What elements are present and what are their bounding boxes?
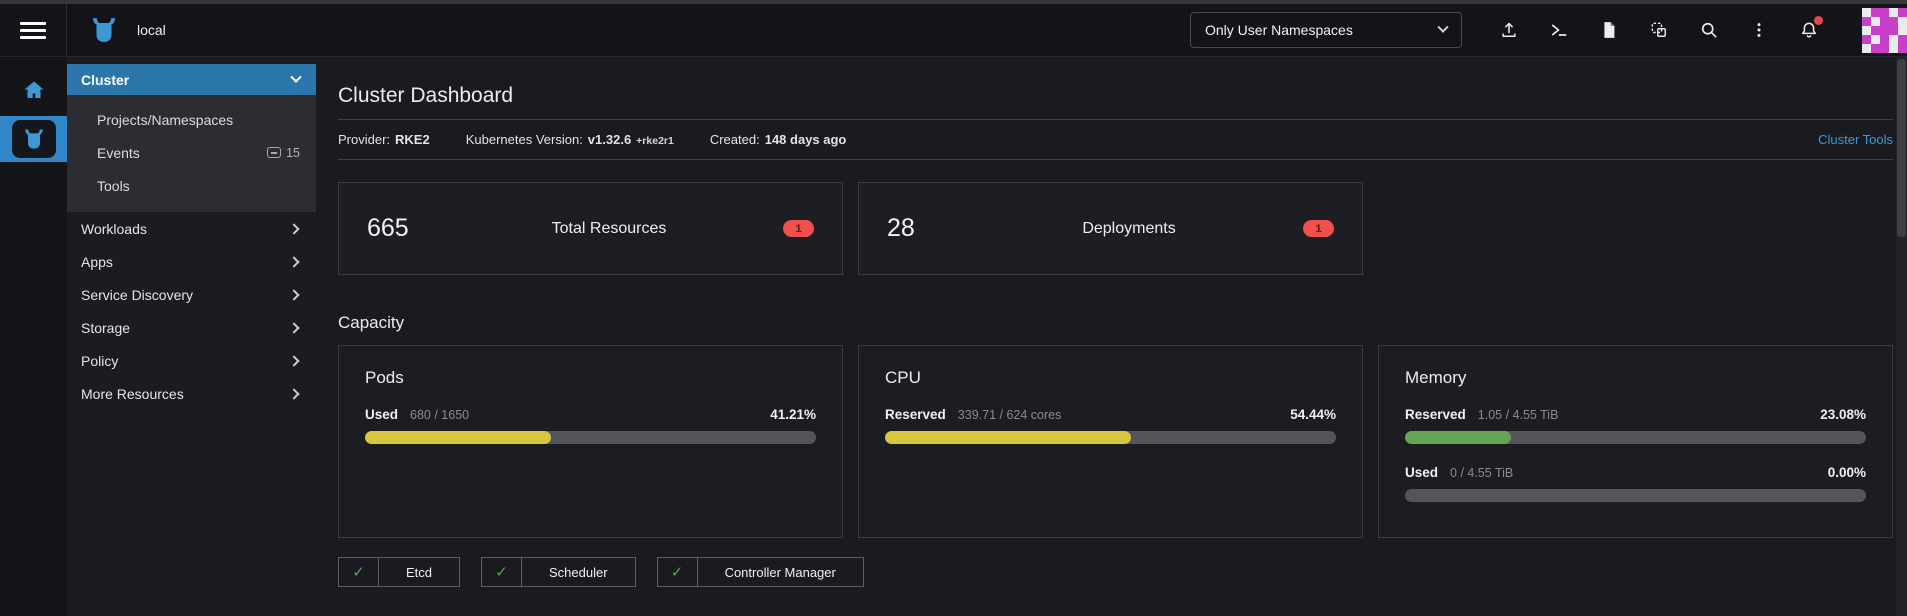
- chevron-right-icon: [288, 387, 300, 400]
- progress-bar-fill: [1405, 431, 1512, 444]
- progress-bar-track: [365, 431, 816, 444]
- sidebar-item-cluster[interactable]: Cluster: [67, 64, 316, 95]
- kebab-menu-icon[interactable]: [1748, 19, 1770, 41]
- sidebar-item-more-resources[interactable]: More Resources: [67, 377, 316, 410]
- sidebar-item-service-discovery[interactable]: Service Discovery: [67, 278, 316, 311]
- deployments-card[interactable]: 28 Deployments 1: [858, 182, 1363, 275]
- sidebar-item-label: Apps: [81, 253, 113, 270]
- rail-cluster-icon: [11, 120, 56, 158]
- import-yaml-icon[interactable]: [1498, 19, 1520, 41]
- sidebar-item-label: Service Discovery: [81, 286, 194, 303]
- progress-bar-fill: [885, 431, 1131, 444]
- cluster-meta-row: Provider: RKE2 Kubernetes Version: v1.32.6…: [338, 120, 1893, 159]
- rail-cluster-button[interactable]: [0, 116, 67, 162]
- namespace-filter-dropdown[interactable]: Only User Namespaces: [1190, 12, 1462, 48]
- sidebar-item-label: Policy: [81, 352, 119, 369]
- progress-bar-track: [1405, 489, 1866, 502]
- deployments-count: 28: [887, 214, 915, 242]
- progress-bar-fill: [365, 431, 551, 444]
- check-icon: ✓: [482, 558, 523, 586]
- memory-capacity-card: Memory Reserved 1.05 / 4.55 TiB 23.08% U…: [1378, 345, 1893, 538]
- app-header: local Only User Namespaces: [0, 4, 1907, 57]
- status-label: Controller Manager: [724, 564, 836, 580]
- sidebar-item-label: Projects/Namespaces: [97, 111, 234, 128]
- cpu-capacity-card: CPU Reserved 339.71 / 624 cores 54.44%: [858, 345, 1363, 538]
- app-rail: [0, 57, 67, 616]
- total-resources-count: 665: [367, 214, 409, 242]
- deployments-warning-badge: 1: [1303, 220, 1334, 237]
- cpu-reserved-gauge: Reserved 339.71 / 624 cores 54.44%: [885, 407, 1336, 444]
- sidebar-item-label: Cluster: [81, 71, 130, 88]
- cluster-tools-link[interactable]: Cluster Tools: [1818, 132, 1893, 147]
- hamburger-menu-icon[interactable]: [20, 18, 46, 43]
- memory-used-gauge: Used 0 / 4.55 TiB 0.00%: [1405, 465, 1866, 502]
- sidebar-item-workloads[interactable]: Workloads: [67, 212, 316, 245]
- chevron-right-icon: [288, 354, 300, 367]
- search-icon[interactable]: [1698, 19, 1720, 41]
- sidebar-item-policy[interactable]: Policy: [67, 344, 316, 377]
- main-content: Cluster Dashboard Provider: RKE2 Kubernet…: [316, 57, 1907, 616]
- created-meta: Created: 148 days ago: [709, 132, 847, 147]
- sidebar-item-events[interactable]: Events 15: [67, 136, 316, 169]
- event-count-icon: [267, 147, 282, 158]
- sidebar-item-apps[interactable]: Apps: [67, 245, 316, 278]
- cpu-card-title: CPU: [885, 368, 921, 387]
- sidebar-item-label: Events: [97, 144, 140, 161]
- chevron-right-icon: [288, 222, 300, 235]
- status-label: Etcd: [406, 564, 433, 580]
- rail-header-cell: [0, 4, 67, 56]
- pods-used-gauge: Used 680 / 1650 41.21%: [365, 407, 816, 444]
- home-icon[interactable]: [19, 77, 49, 103]
- progress-bar-track: [885, 431, 1336, 444]
- scheduler-status-badge: ✓ Scheduler: [481, 557, 636, 587]
- sidebar-item-storage[interactable]: Storage: [67, 311, 316, 344]
- status-label: Scheduler: [549, 564, 608, 580]
- total-resources-card[interactable]: 665 Total Resources 1: [338, 182, 843, 275]
- events-count: 15: [286, 145, 300, 160]
- notifications-bell-icon[interactable]: [1798, 16, 1823, 41]
- kubectl-shell-icon[interactable]: [1548, 19, 1570, 41]
- chevron-down-icon: [1437, 21, 1449, 33]
- divider: [338, 159, 1893, 160]
- check-icon: ✓: [658, 558, 698, 586]
- chevron-right-icon: [288, 321, 300, 334]
- sidebar-item-projects-namespaces[interactable]: Projects/Namespaces: [67, 103, 316, 136]
- scrollbar-thumb[interactable]: [1897, 59, 1906, 237]
- chevron-right-icon: [288, 288, 300, 301]
- memory-card-title: Memory: [1405, 368, 1467, 387]
- rancher-steer-logo-icon[interactable]: [89, 15, 119, 45]
- total-resources-warning-badge: 1: [783, 220, 814, 237]
- pods-capacity-card: Pods Used 680 / 1650 41.21%: [338, 345, 843, 538]
- sidebar-item-label: Tools: [97, 177, 130, 194]
- controller-manager-status-badge: ✓ Controller Manager: [656, 557, 864, 587]
- progress-bar-track: [1405, 431, 1866, 444]
- events-count-badge: 15: [267, 146, 300, 160]
- sidebar-item-label: Workloads: [81, 220, 147, 237]
- check-icon: ✓: [339, 558, 379, 586]
- page-title: Cluster Dashboard: [338, 84, 514, 107]
- avatar[interactable]: [1862, 7, 1907, 53]
- chevron-down-icon: [290, 71, 302, 83]
- sidebar-item-label: Storage: [81, 319, 131, 336]
- capacity-heading: Capacity: [338, 313, 405, 332]
- deployments-label: Deployments: [1082, 219, 1176, 237]
- chevron-right-icon: [288, 255, 300, 268]
- etcd-status-badge: ✓ Etcd: [338, 557, 461, 587]
- pods-card-title: Pods: [365, 368, 404, 387]
- total-resources-label: Total Resources: [551, 219, 667, 237]
- notification-dot: [1814, 16, 1823, 25]
- sidebar: Cluster Projects/Namespaces Events 15 To…: [67, 57, 316, 616]
- vertical-scrollbar: [1896, 57, 1907, 616]
- file-icon[interactable]: [1598, 19, 1620, 41]
- kubernetes-version-meta: Kubernetes Version: v1.32.6 +rke2r1: [465, 132, 674, 147]
- provider-meta: Provider: RKE2: [338, 132, 430, 147]
- memory-reserved-gauge: Reserved 1.05 / 4.55 TiB 23.08%: [1405, 407, 1866, 444]
- cluster-submenu: Projects/Namespaces Events 15 Tools: [67, 95, 316, 212]
- namespace-filter-value: Only User Namespaces: [1205, 22, 1353, 38]
- cluster-name: local: [137, 22, 166, 38]
- sidebar-item-label: More Resources: [81, 385, 184, 402]
- copy-resource-icon[interactable]: [1648, 19, 1670, 41]
- sidebar-item-tools[interactable]: Tools: [67, 169, 316, 202]
